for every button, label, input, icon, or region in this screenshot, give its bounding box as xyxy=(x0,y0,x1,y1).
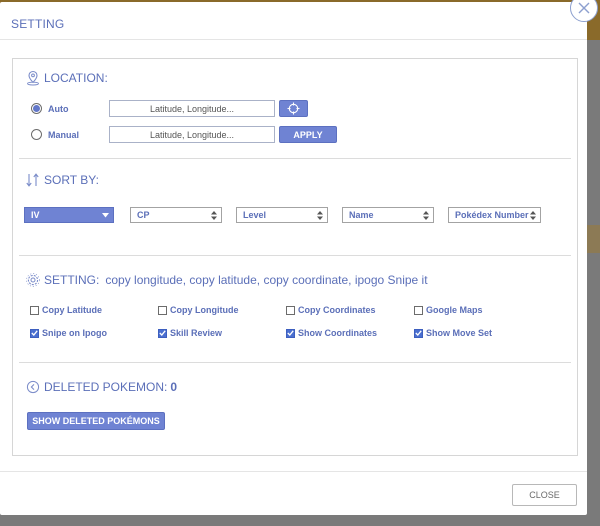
sort-option-label: Pokédex Number xyxy=(455,210,529,220)
map-pin-icon xyxy=(25,70,41,86)
apply-button[interactable]: APPLY xyxy=(279,126,337,143)
checkbox-box[interactable] xyxy=(286,305,295,315)
sort-option-label: Name xyxy=(349,210,374,220)
settings-dialog: SETTING LOCATION: Auto Latitude, Longitu… xyxy=(0,2,587,515)
location-manual-row: Manual APPLY xyxy=(31,126,337,143)
checkbox-label: Copy Latitude xyxy=(42,305,102,315)
manual-label: Manual xyxy=(48,129,80,140)
location-section-title: LOCATION: xyxy=(25,70,108,86)
sort-select-pokedex[interactable]: Pokédex Number xyxy=(448,207,541,223)
deleted-count: 0 xyxy=(170,380,178,394)
check-icon xyxy=(415,330,422,336)
checkbox-box-checked[interactable] xyxy=(286,328,295,338)
updown-icon xyxy=(211,210,217,220)
caret-down-icon xyxy=(102,212,109,217)
copy-coordinates-checkbox[interactable]: Copy Coordinates xyxy=(286,305,376,315)
check-icon xyxy=(159,330,166,336)
sort-select-iv[interactable]: IV xyxy=(24,207,114,223)
checkbox-box[interactable] xyxy=(158,305,167,315)
sort-option-label: Level xyxy=(243,210,267,220)
sort-option-label: CP xyxy=(137,210,150,220)
show-deleted-button[interactable]: SHOW DELETED POKÉMONS xyxy=(27,412,165,430)
copy-longitude-checkbox[interactable]: Copy Longitude xyxy=(158,305,239,315)
section-divider xyxy=(19,362,571,363)
checkbox-label: Show Move Set xyxy=(426,328,493,338)
updown-icon xyxy=(423,210,429,220)
checkbox-label: Google Maps xyxy=(426,305,483,315)
setting-description: copy longitude, copy latitude, copy coor… xyxy=(105,273,428,287)
location-auto-row: Auto xyxy=(31,100,308,117)
checkbox-label: Snipe on Ipogo xyxy=(42,328,107,338)
manual-latlng-input[interactable] xyxy=(109,126,275,143)
crosshair-icon xyxy=(287,102,300,115)
checkbox-box[interactable] xyxy=(414,305,423,315)
checkbox-box-checked[interactable] xyxy=(158,328,167,338)
checkbox-label: Skill Review xyxy=(170,328,223,338)
auto-latlng-input[interactable] xyxy=(109,100,275,117)
sort-select-cp[interactable]: CP xyxy=(130,207,222,223)
settings-panel: LOCATION: Auto Manual APPLY xyxy=(12,58,578,456)
copy-latitude-checkbox[interactable]: Copy Latitude xyxy=(30,305,102,315)
locate-button[interactable] xyxy=(279,100,308,117)
sort-option-label: IV xyxy=(31,210,40,220)
snipe-on-ipogo-checkbox[interactable]: Snipe on Ipogo xyxy=(30,328,107,338)
skill-review-checkbox[interactable]: Skill Review xyxy=(158,328,222,338)
close-button[interactable]: CLOSE xyxy=(512,484,577,506)
show-coordinates-checkbox[interactable]: Show Coordinates xyxy=(286,328,377,338)
show-move-set-checkbox[interactable]: Show Move Set xyxy=(414,328,492,338)
circle-arrow-icon xyxy=(25,379,41,395)
updown-icon xyxy=(530,210,536,220)
updown-icon xyxy=(317,210,323,220)
setting-title-text: SETTING: xyxy=(44,273,100,287)
manual-radio[interactable] xyxy=(31,129,42,140)
section-divider xyxy=(19,255,571,256)
dialog-footer: CLOSE xyxy=(0,471,587,515)
deleted-title-text: DELETED POKEMON: xyxy=(44,380,168,394)
setting-section-title: SETTING: copy longitude, copy latitude, … xyxy=(25,272,428,288)
deleted-section-title: DELETED POKEMON: 0 xyxy=(25,379,177,395)
backdrop-band xyxy=(585,225,600,253)
dialog-title: SETTING xyxy=(11,17,65,31)
close-icon xyxy=(578,2,590,14)
section-divider xyxy=(19,158,571,159)
checkbox-label: Copy Longitude xyxy=(170,305,239,315)
sort-select-name[interactable]: Name xyxy=(342,207,434,223)
gear-icon xyxy=(25,272,41,288)
location-title-text: LOCATION: xyxy=(44,71,108,85)
checkbox-box-checked[interactable] xyxy=(414,328,423,338)
sort-arrows-icon xyxy=(25,172,41,188)
auto-label: Auto xyxy=(48,103,69,114)
check-icon xyxy=(31,330,38,336)
sort-section-title: SORT BY: xyxy=(25,172,99,188)
sort-title-text: SORT BY: xyxy=(44,173,99,187)
sort-select-level[interactable]: Level xyxy=(236,207,328,223)
check-icon xyxy=(287,330,294,336)
checkbox-box[interactable] xyxy=(30,305,39,315)
dialog-header: SETTING xyxy=(0,2,587,40)
google-maps-checkbox[interactable]: Google Maps xyxy=(414,305,483,315)
checkbox-label: Show Coordinates xyxy=(298,328,378,338)
checkbox-box-checked[interactable] xyxy=(30,328,39,338)
checkbox-label: Copy Coordinates xyxy=(298,305,376,315)
auto-radio[interactable] xyxy=(31,103,42,114)
